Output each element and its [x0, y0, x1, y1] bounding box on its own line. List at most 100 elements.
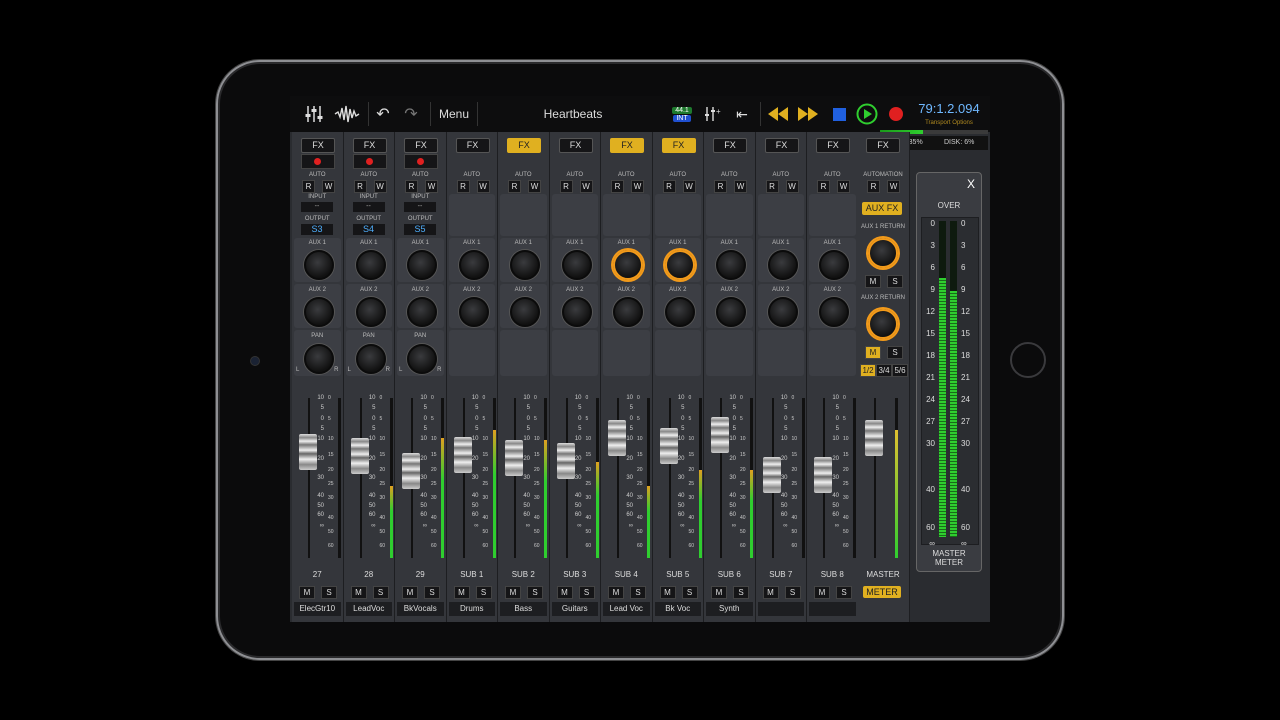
- read-button[interactable]: R: [817, 180, 830, 193]
- aux1-knob[interactable]: [819, 250, 849, 280]
- fx-button[interactable]: FX: [713, 138, 747, 153]
- input-selector[interactable]: --: [404, 202, 436, 212]
- return-to-start-icon[interactable]: ⇤: [730, 96, 754, 132]
- output-selector[interactable]: S3: [301, 224, 333, 235]
- fx-button[interactable]: FX: [816, 138, 850, 153]
- aux2-knob[interactable]: [458, 297, 489, 327]
- channel-fader[interactable]: [762, 457, 781, 494]
- mute-button[interactable]: M: [711, 586, 727, 599]
- mute-button[interactable]: M: [608, 586, 624, 599]
- channel-fader[interactable]: [608, 419, 626, 456]
- channel-fader[interactable]: [453, 436, 472, 473]
- fx-button[interactable]: FX: [610, 138, 644, 153]
- channel-fader[interactable]: [556, 442, 575, 479]
- solo-button[interactable]: S: [321, 586, 337, 599]
- read-button[interactable]: R: [405, 180, 418, 193]
- pan-knob[interactable]: [355, 344, 386, 374]
- track-name[interactable]: Bass: [500, 602, 547, 616]
- fx-button[interactable]: FX: [352, 138, 387, 153]
- aux1-knob[interactable]: [304, 250, 334, 280]
- fx-button[interactable]: FX: [661, 138, 696, 153]
- track-name[interactable]: Bk Voc: [654, 602, 701, 616]
- write-button[interactable]: W: [579, 180, 593, 193]
- read-button[interactable]: R: [353, 180, 367, 193]
- track-name[interactable]: Lead Voc: [603, 602, 650, 616]
- track-name[interactable]: Drums: [448, 602, 495, 616]
- aux1-knob[interactable]: [767, 250, 798, 280]
- output-selector[interactable]: S4: [352, 224, 385, 235]
- mute-button[interactable]: M: [350, 586, 367, 599]
- aux1-knob[interactable]: [510, 250, 540, 280]
- aux-fx-button[interactable]: AUX FX: [862, 202, 902, 215]
- write-button[interactable]: W: [373, 180, 387, 193]
- fx-button[interactable]: FX: [404, 138, 438, 153]
- play-icon[interactable]: [854, 96, 880, 132]
- write-button[interactable]: W: [785, 180, 799, 193]
- fx-button[interactable]: FX: [764, 138, 799, 153]
- aux1-knob[interactable]: [613, 250, 643, 280]
- input-selector[interactable]: --: [352, 202, 385, 212]
- track-name[interactable]: BkVocals: [397, 602, 444, 616]
- fx-button[interactable]: FX: [507, 138, 541, 153]
- solo-button[interactable]: S: [424, 586, 440, 599]
- position-display[interactable]: 79:1.2.094: [914, 96, 984, 120]
- solo-button[interactable]: S: [784, 586, 801, 599]
- track-name[interactable]: Guitars: [551, 602, 598, 616]
- waveform-icon[interactable]: [332, 96, 362, 132]
- record-icon[interactable]: [884, 96, 908, 132]
- track-name[interactable]: ElecGtr10: [294, 602, 341, 616]
- read-button[interactable]: R: [508, 180, 521, 193]
- mute-button[interactable]: M: [299, 586, 315, 599]
- solo-button[interactable]: S: [475, 586, 492, 599]
- read-button[interactable]: R: [302, 180, 315, 193]
- mute-button[interactable]: M: [659, 586, 676, 599]
- undo-icon[interactable]: ↶: [372, 96, 394, 132]
- aux2-return-knob[interactable]: [868, 309, 898, 339]
- aux2-knob[interactable]: [510, 297, 540, 327]
- mute-button[interactable]: M: [453, 586, 470, 599]
- aux1-knob[interactable]: [458, 250, 489, 280]
- aux2-knob[interactable]: [819, 297, 849, 327]
- aux1-knob[interactable]: [716, 250, 746, 280]
- aux2-knob[interactable]: [355, 297, 386, 327]
- read-button[interactable]: R: [559, 180, 573, 193]
- solo-button[interactable]: S: [527, 586, 543, 599]
- read-button[interactable]: R: [765, 180, 779, 193]
- track-name[interactable]: LeadVoc: [345, 602, 392, 616]
- channel-fader[interactable]: [299, 434, 317, 471]
- tempo-icon[interactable]: +: [700, 96, 724, 132]
- fx-button[interactable]: FX: [558, 138, 593, 153]
- aux2-return-solo[interactable]: S: [887, 346, 903, 359]
- read-button[interactable]: R: [714, 180, 727, 193]
- aux2-knob[interactable]: [561, 297, 592, 327]
- master-write-button[interactable]: W: [887, 180, 900, 193]
- master-read-button[interactable]: R: [867, 180, 880, 193]
- channel-fader[interactable]: [350, 438, 369, 475]
- aux2-knob[interactable]: [407, 297, 437, 327]
- rewind-icon[interactable]: [766, 96, 790, 132]
- master-fx-button[interactable]: FX: [866, 138, 900, 153]
- close-icon[interactable]: X: [967, 177, 975, 191]
- aux2-knob[interactable]: [716, 297, 746, 327]
- write-button[interactable]: W: [734, 180, 747, 193]
- solo-button[interactable]: S: [372, 586, 389, 599]
- aux2-knob[interactable]: [304, 297, 334, 327]
- input-selector[interactable]: --: [301, 202, 333, 212]
- solo-button[interactable]: S: [836, 586, 852, 599]
- write-button[interactable]: W: [682, 180, 696, 193]
- aux1-return-knob[interactable]: [868, 238, 898, 268]
- redo-icon[interactable]: ↷: [400, 96, 422, 132]
- write-button[interactable]: W: [631, 180, 644, 193]
- pan-knob[interactable]: [407, 344, 437, 374]
- write-button[interactable]: W: [476, 180, 490, 193]
- aux2-knob[interactable]: [664, 297, 695, 327]
- output-selector[interactable]: S5: [404, 224, 436, 235]
- solo-button[interactable]: S: [578, 586, 595, 599]
- fx-button[interactable]: FX: [455, 138, 490, 153]
- bus-5-6-button[interactable]: 5/6: [892, 364, 908, 377]
- write-button[interactable]: W: [528, 180, 541, 193]
- read-button[interactable]: R: [662, 180, 676, 193]
- mute-button[interactable]: M: [762, 586, 779, 599]
- channel-fader[interactable]: [814, 457, 832, 494]
- aux1-knob[interactable]: [355, 250, 386, 280]
